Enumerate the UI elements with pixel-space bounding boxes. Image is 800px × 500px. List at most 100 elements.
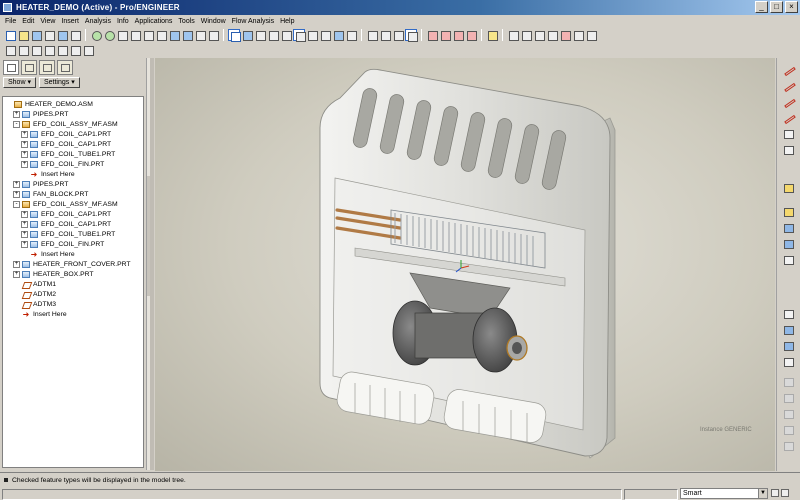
view-manager-icon[interactable] xyxy=(345,29,357,41)
expand-icon[interactable]: + xyxy=(13,190,20,198)
minimize-button[interactable]: _ xyxy=(755,1,768,13)
tree-item[interactable]: ➜ Insert Here xyxy=(3,249,143,259)
selection-filter-select[interactable]: Smart ▼ xyxy=(680,488,768,499)
menu-applications[interactable]: Applications xyxy=(132,18,176,25)
menu-edit[interactable]: Edit xyxy=(19,18,37,25)
pattern-icon[interactable] xyxy=(533,29,545,41)
filter-icon[interactable] xyxy=(82,44,94,56)
revolve-icon[interactable] xyxy=(782,340,795,352)
context-help-icon[interactable] xyxy=(486,29,498,41)
sketched-datum-curve-icon[interactable] xyxy=(782,64,795,76)
tree-item[interactable]: + EFD_COIL_CAP1.PRT xyxy=(3,139,143,149)
explode-icon[interactable] xyxy=(30,44,42,56)
datum-axes-icon[interactable] xyxy=(439,29,451,41)
menu-window[interactable]: Window xyxy=(198,18,229,25)
expand-icon[interactable]: + xyxy=(21,160,28,168)
close-button[interactable]: × xyxy=(785,1,798,13)
hidden-line-icon[interactable] xyxy=(379,29,391,41)
expand-icon[interactable]: + xyxy=(21,220,28,228)
tree-item[interactable]: - EFD_COIL_ASSY_MF.ASM xyxy=(3,119,143,129)
menu-tools[interactable]: Tools xyxy=(175,18,197,25)
trim-icon[interactable] xyxy=(782,392,795,404)
expand-icon[interactable]: + xyxy=(13,180,20,188)
tree-item[interactable]: + EFD_COIL_CAP1.PRT xyxy=(3,219,143,229)
tab-layer-tree[interactable] xyxy=(21,60,37,75)
print-icon[interactable] xyxy=(43,29,55,41)
new-file-icon[interactable] xyxy=(4,29,16,41)
tree-item[interactable]: - EFD_COIL_ASSY_MF.ASM xyxy=(3,199,143,209)
tree-item[interactable]: ➜ Insert Here xyxy=(3,309,143,319)
style-icon[interactable] xyxy=(56,44,68,56)
collapse-icon[interactable]: - xyxy=(13,120,20,128)
panel-splitter[interactable] xyxy=(150,58,154,470)
tree-item[interactable]: + EFD_COIL_FIN.PRT xyxy=(3,239,143,249)
show-menu-button[interactable]: Show ▾ xyxy=(3,77,36,88)
tree-item[interactable]: ➜ Insert Here xyxy=(3,169,143,179)
tree-item[interactable]: ADTM1 xyxy=(3,279,143,289)
cut-feature-icon[interactable] xyxy=(782,356,795,368)
tree-item[interactable]: HEATER_DEMO.ASM xyxy=(3,99,143,109)
menu-insert[interactable]: Insert xyxy=(58,18,82,25)
query-icon[interactable] xyxy=(771,489,779,497)
tree-item[interactable]: + HEATER_FRONT_COVER.PRT xyxy=(3,259,143,269)
analysis-icon[interactable] xyxy=(559,29,571,41)
no-hidden-icon[interactable] xyxy=(392,29,404,41)
open-folder-icon[interactable] xyxy=(17,29,29,41)
menu-analysis[interactable]: Analysis xyxy=(82,18,114,25)
maximize-button[interactable]: □ xyxy=(770,1,783,13)
zoom-in-icon[interactable] xyxy=(267,29,279,41)
refit-icon[interactable] xyxy=(293,29,306,42)
send-icon[interactable] xyxy=(69,29,81,41)
coordinate-systems-icon[interactable] xyxy=(465,29,477,41)
extrude-icon[interactable] xyxy=(782,324,795,336)
repeat-icon[interactable] xyxy=(782,254,795,266)
menu-info[interactable]: Info xyxy=(114,18,132,25)
tree-item[interactable]: + PIPES.PRT xyxy=(3,109,143,119)
chevron-down-icon[interactable]: ▼ xyxy=(758,489,767,498)
graphics-viewport[interactable]: Instance GENERIC xyxy=(155,58,775,471)
offset-icon[interactable] xyxy=(782,424,795,436)
mirror-icon[interactable] xyxy=(546,29,558,41)
repaint-icon[interactable] xyxy=(228,29,241,42)
menu-flow-analysis[interactable]: Flow Analysis xyxy=(229,18,277,25)
cut-icon[interactable] xyxy=(116,29,128,41)
datum-curve-icon[interactable] xyxy=(782,112,795,124)
menu-file[interactable]: File xyxy=(2,18,19,25)
collapse-icon[interactable]: - xyxy=(13,200,20,208)
expand-icon[interactable]: + xyxy=(21,150,28,158)
redo-icon[interactable] xyxy=(103,29,115,41)
tree-item[interactable]: ADTM2 xyxy=(3,289,143,299)
settings-menu-button[interactable]: Settings ▾ xyxy=(38,77,80,88)
tree-item[interactable]: + HEATER_BOX.PRT xyxy=(3,269,143,279)
tab-favorites[interactable] xyxy=(57,60,73,75)
expand-icon[interactable]: + xyxy=(21,230,28,238)
expand-icon[interactable]: + xyxy=(21,140,28,148)
datum-points-icon[interactable] xyxy=(452,29,464,41)
expand-icon[interactable]: + xyxy=(21,240,28,248)
regenerate-icon[interactable] xyxy=(168,29,180,41)
merge-icon[interactable] xyxy=(782,376,795,388)
component-display-icon[interactable] xyxy=(17,44,29,56)
undo-icon[interactable] xyxy=(90,29,102,41)
tree-item[interactable]: + EFD_COIL_FIN.PRT xyxy=(3,159,143,169)
expand-icon[interactable]: + xyxy=(21,210,28,218)
datum-point-icon[interactable] xyxy=(782,128,795,140)
expand-icon[interactable]: + xyxy=(21,130,28,138)
tree-item[interactable]: + EFD_COIL_TUBE1.PRT xyxy=(3,229,143,239)
model-player-icon[interactable] xyxy=(572,29,584,41)
find-icon[interactable] xyxy=(194,29,206,41)
display-settings-icon[interactable] xyxy=(69,44,81,56)
email-icon[interactable] xyxy=(56,29,68,41)
tree-item[interactable]: + EFD_COIL_TUBE1.PRT xyxy=(3,149,143,159)
coordinate-system-icon[interactable] xyxy=(782,144,795,156)
tree-item[interactable]: ADTM3 xyxy=(3,299,143,309)
saved-views-icon[interactable] xyxy=(319,29,331,41)
layers-icon[interactable] xyxy=(332,29,344,41)
package-icon[interactable] xyxy=(782,238,795,250)
copy-icon[interactable] xyxy=(129,29,141,41)
section-icon[interactable] xyxy=(43,44,55,56)
create-component-icon[interactable] xyxy=(782,222,795,234)
shading-icon[interactable] xyxy=(405,29,418,42)
expand-icon[interactable]: + xyxy=(13,110,20,118)
regenerate-manager-icon[interactable] xyxy=(181,29,193,41)
